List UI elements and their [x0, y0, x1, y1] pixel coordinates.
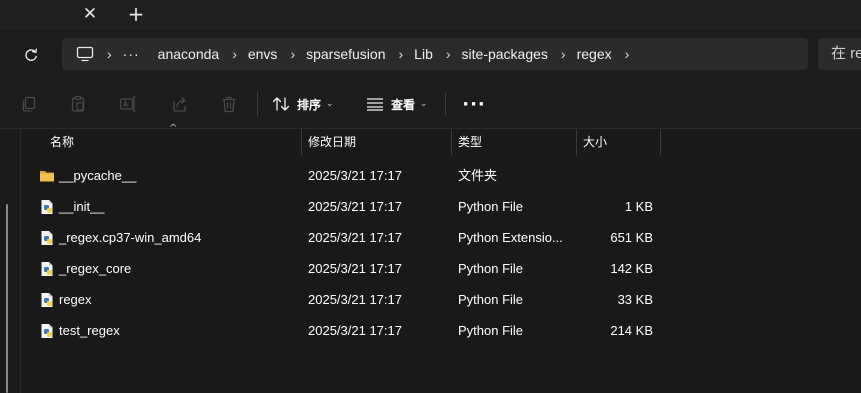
breadcrumb-separator[interactable]: › [107, 46, 112, 62]
file-type: Python File [458, 292, 524, 307]
python-file-icon [41, 324, 53, 338]
sort-button[interactable]: 排序 ⌄ [272, 92, 334, 116]
tab-strip: ✕ + [0, 0, 861, 30]
file-type: Python File [458, 261, 524, 276]
this-pc-icon[interactable] [76, 45, 94, 63]
command-divider [445, 92, 446, 116]
file-type: Python File [458, 323, 524, 338]
file-size: 142 KB [610, 261, 653, 276]
chevron-down-icon: ⌄ [420, 99, 428, 109]
file-modified: 2025/3/21 17:17 [308, 323, 402, 338]
file-list-pane: 名称 ^ 修改日期 类型 大小 __pycache__ 2025/3/21 17… [0, 123, 861, 393]
file-type: Python File [458, 199, 524, 214]
breadcrumb-separator[interactable]: › [290, 46, 295, 62]
breadcrumb-separator[interactable]: › [625, 46, 630, 62]
sort-icon [272, 97, 290, 111]
file-row[interactable]: _regex.cp37-win_amd64 2025/3/21 17:17 Py… [21, 222, 861, 253]
breadcrumb-site-packages[interactable]: site-packages [462, 46, 548, 62]
file-size: 1 KB [624, 199, 653, 214]
column-resize-handle[interactable] [451, 129, 452, 156]
file-modified: 2025/3/21 17:17 [308, 168, 402, 183]
file-type: 文件夹 [458, 168, 498, 183]
file-name: _regex_core [59, 261, 132, 276]
breadcrumb-separator[interactable]: › [232, 46, 237, 62]
navigation-pane[interactable] [0, 129, 21, 393]
breadcrumb-overflow-button[interactable]: ··· [123, 46, 140, 62]
view-label: 查看 [391, 97, 416, 112]
refresh-icon [25, 48, 37, 61]
breadcrumb-envs[interactable]: envs [248, 46, 278, 62]
file-row[interactable]: regex 2025/3/21 17:17 Python File 33 KB [21, 284, 861, 315]
search-input[interactable]: 在 re [818, 38, 861, 70]
file-row[interactable]: _regex_core 2025/3/21 17:17 Python File … [21, 253, 861, 284]
file-modified: 2025/3/21 17:17 [308, 199, 402, 214]
column-header-row: 名称 ^ 修改日期 类型 大小 [21, 123, 861, 156]
file-name: _regex.cp37-win_amd64 [59, 230, 202, 245]
python-file-icon [41, 262, 53, 276]
breadcrumb-separator[interactable]: › [399, 46, 404, 62]
column-header-modified[interactable]: 修改日期 [308, 129, 356, 156]
file-size: 214 KB [610, 323, 653, 338]
python-extension-icon [41, 231, 53, 245]
view-button[interactable]: 查看 ⌄ [366, 92, 428, 116]
breadcrumb-separator[interactable]: › [561, 46, 566, 62]
file-modified: 2025/3/21 17:17 [308, 292, 402, 307]
file-row[interactable]: test_regex 2025/3/21 17:17 Python File 2… [21, 315, 861, 346]
breadcrumb-lib[interactable]: Lib [414, 46, 433, 62]
column-resize-handle[interactable] [301, 129, 302, 156]
view-list-icon [367, 98, 383, 111]
column-header-type[interactable]: 类型 [458, 129, 482, 156]
copy-icon[interactable] [19, 94, 39, 114]
new-tab-button[interactable]: + [124, 0, 148, 28]
python-file-icon [41, 293, 53, 307]
column-resize-handle[interactable] [576, 129, 577, 156]
chevron-down-icon: ⌄ [326, 99, 334, 109]
file-name: regex [59, 292, 92, 307]
python-file-icon [41, 200, 53, 214]
sort-label: 排序 [297, 97, 322, 112]
file-modified: 2025/3/21 17:17 [308, 261, 402, 276]
rename-icon[interactable] [118, 94, 138, 114]
column-header-size[interactable]: 大小 [583, 129, 607, 156]
navigation-scrollbar[interactable] [6, 204, 8, 393]
breadcrumb-sparsefusion[interactable]: sparsefusion [306, 46, 385, 62]
column-resize-handle[interactable] [660, 129, 661, 156]
file-row[interactable]: __pycache__ 2025/3/21 17:17 文件夹 [21, 160, 861, 191]
file-modified: 2025/3/21 17:17 [308, 230, 402, 245]
file-type: Python Extensio... [458, 230, 563, 245]
command-bar: 排序 ⌄ 查看 ⌄ ··· [0, 80, 861, 129]
file-explorer-window: ✕ + › ··· anaconda › envs › sparsefusion… [0, 0, 861, 393]
more-options-button[interactable]: ··· [462, 92, 486, 116]
paste-icon[interactable] [68, 94, 88, 114]
breadcrumb-separator[interactable]: › [446, 46, 451, 62]
address-bar[interactable]: › ··· anaconda › envs › sparsefusion › L… [62, 38, 808, 70]
folder-icon [40, 171, 54, 182]
file-name: __pycache__ [59, 168, 137, 183]
refresh-button[interactable] [18, 43, 44, 67]
command-divider [257, 92, 258, 116]
file-name: __init__ [59, 199, 105, 214]
address-row: › ··· anaconda › envs › sparsefusion › L… [0, 30, 861, 80]
file-row[interactable]: __init__ 2025/3/21 17:17 Python File 1 K… [21, 191, 861, 222]
file-name: test_regex [59, 323, 120, 338]
column-header-name[interactable]: 名称 [50, 129, 74, 156]
sort-ascending-icon: ^ [169, 123, 178, 134]
file-size: 33 KB [617, 292, 653, 307]
breadcrumb-regex[interactable]: regex [577, 46, 612, 62]
close-tab-button[interactable]: ✕ [78, 0, 102, 28]
file-size: 651 KB [610, 230, 653, 245]
delete-icon[interactable] [219, 94, 239, 114]
breadcrumb-anaconda[interactable]: anaconda [158, 46, 220, 62]
share-icon[interactable] [169, 94, 189, 114]
